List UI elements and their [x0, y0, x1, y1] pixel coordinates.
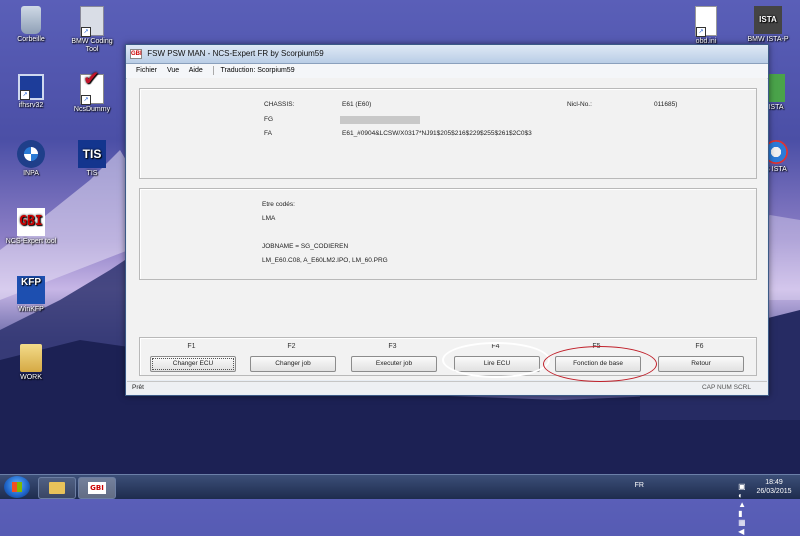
to-be-coded-label: Etre codés: [262, 201, 295, 208]
clock-date: 26/03/2015 [756, 488, 792, 495]
clock[interactable]: 18:49 26/03/2015 [754, 478, 794, 496]
coding-info-panel: Etre codés: LMA JOBNAME = SG_CODIEREN LM… [139, 188, 757, 280]
desktop-icon-inpa[interactable]: INPA [1, 140, 61, 178]
fkey-f4: F4 [491, 343, 500, 350]
checkmark-icon: ↗ [80, 74, 104, 105]
menu-aide[interactable]: Aide [189, 67, 203, 74]
ista-p-icon: ISTA [754, 6, 782, 34]
taskbar: GBI FR ▣ ◐ ▲ ▮ ▦ ◀ 18:49 26/03/2015 [0, 474, 800, 536]
network-icon: ↗ [18, 74, 44, 100]
fkey-f3: F3 [388, 343, 397, 350]
ncs-expert-window[interactable]: GBI FSW PSW MAN - NCS-Expert FR by Scorp… [125, 44, 769, 396]
desktop-icon-obd-ini[interactable]: ↗ obd.ini [676, 6, 736, 46]
chassis-label: CHASSIS: [264, 101, 295, 108]
ncs-expert-icon: GBI [17, 208, 45, 236]
bmw-logo-icon [17, 140, 45, 168]
file-icon: ↗ [695, 6, 717, 37]
language-indicator[interactable]: FR [635, 482, 644, 489]
status-text: Prêt [132, 384, 144, 391]
nicl-value: 011685) [654, 101, 678, 108]
tis-icon: TIS [78, 140, 106, 168]
nicl-label: Nicl-No.: [567, 101, 592, 108]
bmw-coding-tool-icon: ↗ [80, 6, 104, 37]
desktop-icon-work[interactable]: WORK [1, 344, 61, 382]
ncs-expert-icon: GBI [88, 482, 106, 494]
menu-fichier[interactable]: Fichier [136, 67, 157, 74]
fonction-de-base-button[interactable]: Fonction de base [555, 356, 641, 372]
fkey-f2: F2 [287, 343, 296, 350]
winkfp-icon: KFP [17, 276, 45, 304]
fg-label: FG [264, 116, 274, 123]
status-bar: Prêt CAP NUM SCRL [127, 381, 767, 394]
keyboard-indicators: CAP NUM SCRL [701, 384, 751, 391]
desktop-icon-tis[interactable]: TIS TIS [62, 140, 122, 178]
taskbar-ncs-expert-button[interactable]: GBI [78, 477, 116, 499]
desktop-icon-recycle-bin[interactable]: Corbeille [1, 6, 61, 44]
changer-job-button[interactable]: Changer job [250, 356, 336, 372]
desktop-icon-bmw-ista-p[interactable]: ISTA BMW ISTA-P [738, 6, 798, 44]
lire-ecu-button[interactable]: Lire ECU [454, 356, 540, 372]
desktop-icon-ifhsrv32[interactable]: ↗ ifhsrv32 [1, 74, 61, 110]
fa-label: FA [264, 130, 272, 137]
recycle-bin-icon [21, 6, 41, 34]
files-line: LM_E60.C08, A_E60LM2.IPO, LM_60.PRG [262, 257, 388, 264]
retour-button[interactable]: Retour [658, 356, 744, 372]
start-button[interactable] [4, 476, 30, 498]
ista-icon [767, 74, 785, 102]
menubar: Fichier Vue Aide Traduction: Scorpium59 [126, 64, 768, 79]
desktop-icon-ncs-expert-tool[interactable]: GBI NCS-Expert tool [1, 208, 61, 246]
menu-vue[interactable]: Vue [167, 67, 179, 74]
folder-icon [49, 482, 65, 494]
changer-ecu-button[interactable]: Changer ECU [150, 356, 236, 372]
fa-value: E61_#0904&LCSW/X0317*NJ91$205$216$229$25… [342, 130, 532, 137]
fg-value-redacted [340, 116, 420, 124]
fkey-f5: F5 [592, 343, 601, 350]
desktop-icon-ncsdummy[interactable]: ↗ NcsDummy [62, 74, 122, 114]
window-titlebar[interactable]: GBI FSW PSW MAN - NCS-Expert FR by Scorp… [126, 45, 768, 64]
tray-icons: ▣ ◐ ▲ ▮ ▦ ◀ [738, 482, 749, 536]
app-icon: GBI [130, 48, 142, 59]
fkey-f1: F1 [187, 343, 196, 350]
function-key-panel: F1 F2 F3 F4 F5 F6 Changer ECU Changer jo… [139, 337, 757, 376]
chassis-value: E61 (E60) [342, 101, 372, 108]
translation-credit: Traduction: Scorpium59 [220, 67, 295, 74]
taskbar-explorer-button[interactable] [38, 477, 76, 499]
fkey-f6: F6 [695, 343, 704, 350]
ecu-name: LMA [262, 215, 276, 222]
vehicle-info-panel: CHASSIS: E61 (E60) Nicl-No.: 011685) FG … [139, 88, 757, 179]
jobname-line: JOBNAME = SG_CODIEREN [262, 243, 349, 250]
folder-icon [20, 344, 42, 372]
window-title: FSW PSW MAN - NCS-Expert FR by Scorpium5… [147, 49, 324, 58]
client-area: CHASSIS: E61 (E60) Nicl-No.: 011685) FG … [127, 78, 767, 380]
executer-job-button[interactable]: Executer job [351, 356, 437, 372]
desktop-icon-winkfp[interactable]: KFP WinKFP [1, 276, 61, 314]
menu-separator [212, 65, 214, 75]
desktop-icon-bmw-coding-tool[interactable]: ↗ BMW Coding Tool [62, 6, 122, 54]
clock-time: 18:49 [765, 479, 783, 486]
